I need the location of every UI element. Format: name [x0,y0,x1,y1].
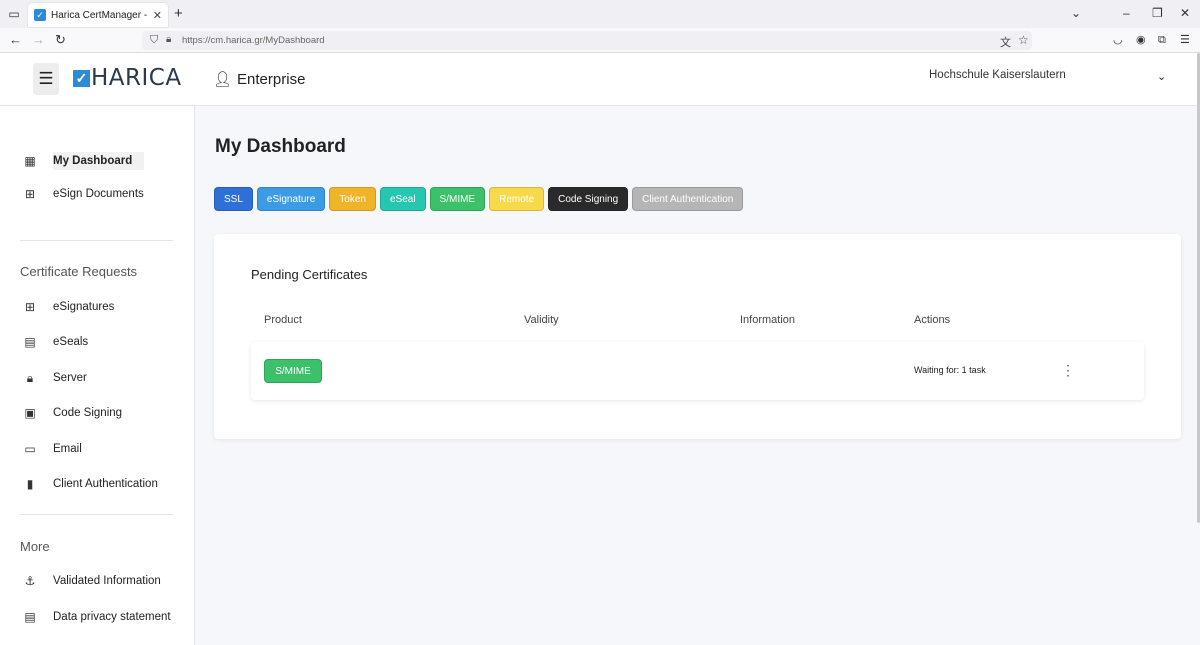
check-icon: ✓ [73,69,90,87]
more-vertical-icon[interactable]: ⋮ [1061,360,1075,380]
sidebar-item-server[interactable]: 🔒︎ Server [22,371,87,385]
browser-navbar: ← → ↻ ⛉ 🔒︎ https://cm.harica.gr/MyDashbo… [0,28,1200,53]
pocket-icon[interactable]: ◡ [1113,34,1123,46]
enterprise-section: 👤︎ Enterprise [213,70,306,89]
filter-token-button[interactable]: Token [329,187,376,211]
shield-icon[interactable]: ⛉ [150,34,158,47]
product-badge: S/MIME [264,359,322,383]
dashboard-icon: ▦ [24,154,36,168]
client-auth-icon: ▮ [26,477,34,491]
sidebar-item-esign-documents[interactable]: ⊞ eSign Documents [22,187,144,201]
forward-icon[interactable]: → [32,33,45,47]
filter-client-authentication-button[interactable]: Client Authentication [632,187,744,211]
code-signing-icon: ▣ [24,406,36,420]
browser-tabstrip: ▭ ✓ Harica CertManager - My Dash ✕ + ⌄ –… [0,0,1200,28]
favicon-icon: ✓ [34,9,46,21]
user-shield-icon: 👤︎ [213,71,233,88]
chevron-down-icon[interactable]: ⌄ [1071,6,1081,20]
column-header-actions: Actions [914,314,951,326]
sidebar-item-eseals[interactable]: ▤ eSeals [22,335,88,349]
column-header-information: Information [740,314,796,326]
status-text: Waiting for: 1 task [914,365,986,375]
email-icon: ▭ [24,442,36,456]
product-filter-bar: SSL eSignature Token eSeal S/MIME Remote… [214,187,744,211]
filter-smime-button[interactable]: S/MIME [429,187,486,211]
lock-icon[interactable]: 🔒︎ [166,34,171,45]
close-icon[interactable]: ✕ [153,9,162,22]
pending-certificates-card: Pending Certificates Product Validity In… [214,234,1181,439]
tab-list-icon[interactable]: ▭ [6,6,22,22]
restore-icon[interactable]: ❐ [1152,6,1163,20]
lock-icon: 🔒︎ [26,371,34,385]
table-row[interactable]: S/MIME Waiting for: 1 task ⋮ [251,342,1144,400]
sidebar-item-my-dashboard[interactable]: ▦ My Dashboard [22,152,145,170]
esign-documents-icon: ⊞ [24,187,36,201]
page-title: My Dashboard [215,136,346,157]
star-icon[interactable]: ☆ [1018,33,1029,47]
harica-logo[interactable]: ✓ HARICA [73,65,182,91]
hamburger-menu-icon[interactable]: ☰ [33,63,59,95]
sidebar-item-client-authentication[interactable]: ▮ Client Authentication [22,477,158,491]
section-label: Enterprise [237,70,306,88]
card-title: Pending Certificates [251,267,368,282]
privacy-icon: ▤ [24,610,36,624]
divider [20,514,173,515]
filter-esignature-button[interactable]: eSignature [256,187,326,211]
back-icon[interactable]: ← [9,33,22,47]
filter-remote-button[interactable]: Remote [489,187,545,211]
sidebar: ▦ My Dashboard ⊞ eSign Documents Certifi… [0,106,195,645]
reload-icon[interactable]: ↻ [55,33,66,47]
window-close-icon[interactable]: ✕ [1180,6,1190,20]
url-bar[interactable]: ⛉ 🔒︎ https://cm.harica.gr/MyDashboard 文 … [142,31,1032,50]
translate-icon[interactable]: 文 [1000,34,1011,50]
plus-icon[interactable]: + [174,6,183,22]
column-header-product: Product [264,314,302,326]
sidebar-item-email[interactable]: ▭ Email [22,442,81,456]
chevron-down-icon[interactable]: ⌄ [1157,70,1166,83]
filter-eseal-button[interactable]: eSeal [379,187,426,211]
extensions-icon[interactable]: ⧉ [1158,34,1166,46]
section-heading-certificate-requests: Certificate Requests [20,264,138,279]
filter-code-signing-button[interactable]: Code Signing [548,187,629,211]
column-header-validity: Validity [524,314,559,326]
app-header: ☰ ✓ HARICA 👤︎ Enterprise Hochschule Kais… [0,53,1200,106]
account-icon[interactable]: ◉ [1136,34,1146,46]
sidebar-item-esignatures[interactable]: ⊞ eSignatures [22,300,114,314]
eseal-icon: ▤ [24,335,36,349]
divider [20,240,173,241]
url-text[interactable]: https://cm.harica.gr/MyDashboard [182,35,325,46]
filter-ssl-button[interactable]: SSL [214,187,253,211]
sidebar-item-code-signing[interactable]: ▣ Code Signing [22,406,122,420]
anchor-icon: ⚓︎ [24,574,36,588]
sidebar-item-data-privacy-statement[interactable]: ▤ Data privacy statement [22,610,170,624]
tab-title: Harica CertManager - My Dash [51,9,150,21]
section-heading-more: More [20,539,50,554]
esignature-icon: ⊞ [24,300,36,314]
organization-selector[interactable]: Hochschule Kaiserslautern [929,69,1066,81]
menu-icon[interactable]: ☰ [1180,34,1190,46]
minimize-icon[interactable]: – [1123,6,1130,20]
browser-tab[interactable]: ✓ Harica CertManager - My Dash ✕ [28,3,168,27]
sidebar-item-validated-information[interactable]: ⚓︎ Validated Information [22,574,161,588]
